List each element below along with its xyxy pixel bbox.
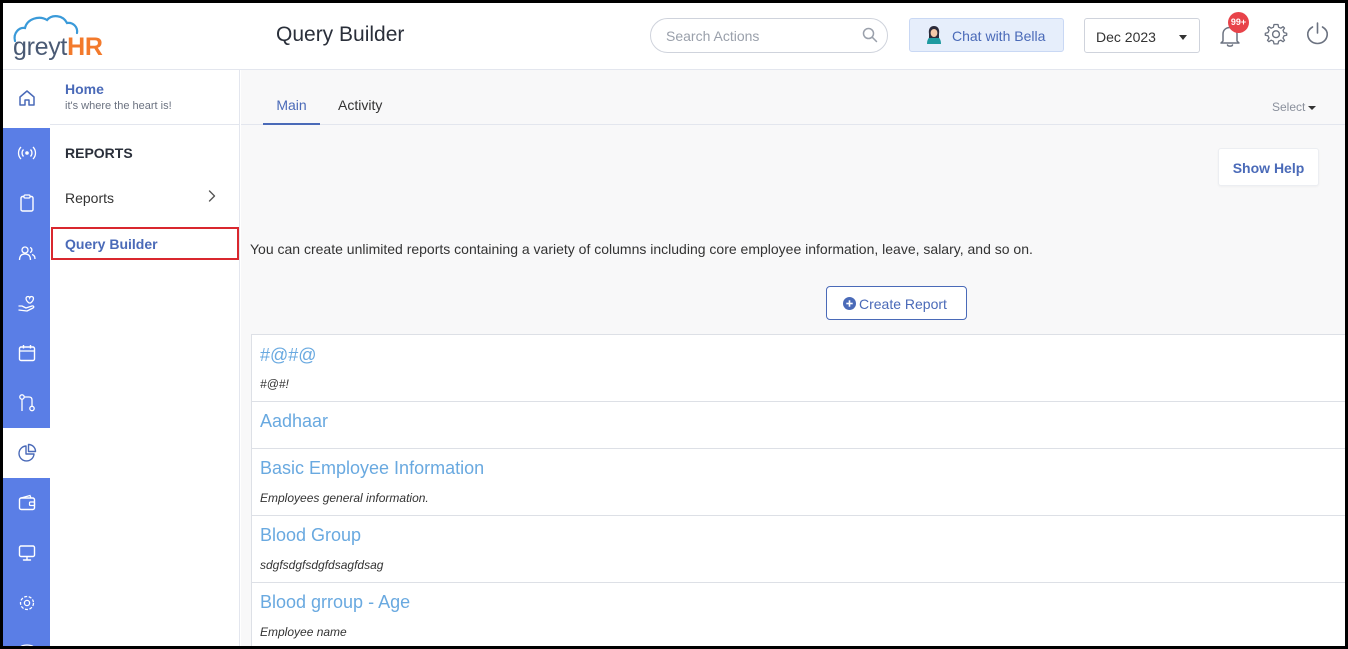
logo-text-hr: HR xyxy=(67,33,103,61)
tab-main[interactable]: Main xyxy=(263,97,320,125)
rail-reports[interactable] xyxy=(3,428,50,478)
rail-database[interactable] xyxy=(3,628,50,646)
sidebar-home-link[interactable]: Home it's where the heart is! xyxy=(50,70,240,125)
app-window: greytHR Query Builder Chat with Bella De… xyxy=(3,3,1345,646)
report-title[interactable]: Aadhaar xyxy=(260,411,328,432)
create-report-button[interactable]: Create Report xyxy=(826,286,967,320)
list-item[interactable]: Blood Group sdgfsdgfsdgfdsagfdsag xyxy=(252,516,1345,583)
intro-text: You can create unlimited reports contain… xyxy=(250,241,1033,257)
hand-care-icon xyxy=(17,295,34,312)
greythr-logo[interactable]: greytHR xyxy=(11,11,123,61)
main-content: Main Activity Select Show Help You can c… xyxy=(241,70,1345,646)
report-description: sdgfsdgfsdgfdsagfdsag xyxy=(260,558,384,572)
rail-settings[interactable] xyxy=(3,578,50,628)
caret-down-icon xyxy=(1179,35,1187,40)
month-select-value: Dec 2023 xyxy=(1096,29,1156,45)
home-icon xyxy=(18,90,35,106)
rail-people[interactable] xyxy=(3,228,50,278)
sidebar-item-reports[interactable]: Reports xyxy=(50,180,240,216)
people-icon xyxy=(18,246,36,261)
list-item[interactable]: Aadhaar xyxy=(252,402,1345,449)
report-list: #@#@ #@#! Aadhaar Basic Employee Informa… xyxy=(251,334,1345,646)
rail-tasks[interactable] xyxy=(3,178,50,228)
secondary-sidebar: Home it's where the heart is! REPORTS Re… xyxy=(50,70,240,646)
broadcast-icon xyxy=(17,146,36,160)
report-description: Employees general information. xyxy=(260,491,429,505)
report-description: #@#! xyxy=(260,377,289,391)
report-description: Employee name xyxy=(260,625,347,639)
rail-leave[interactable] xyxy=(3,328,50,378)
plus-circle-icon xyxy=(843,297,856,310)
calendar-icon xyxy=(18,345,35,362)
icon-rail xyxy=(3,70,50,646)
pie-chart-icon xyxy=(17,443,36,462)
rail-payroll[interactable] xyxy=(3,478,50,528)
page-title: Query Builder xyxy=(276,23,405,46)
list-item[interactable]: Basic Employee Information Employees gen… xyxy=(252,449,1345,516)
report-title[interactable]: Basic Employee Information xyxy=(260,458,484,479)
workflow-icon xyxy=(18,394,35,412)
tab-bar: Main Activity Select xyxy=(241,70,1345,125)
search-icon[interactable] xyxy=(862,27,878,43)
sidebar-item-reports-label: Reports xyxy=(65,190,115,206)
rail-engage[interactable] xyxy=(3,128,50,178)
tab-activity[interactable]: Activity xyxy=(338,97,382,113)
select-dropdown-label: Select xyxy=(1272,100,1306,114)
home-title: Home xyxy=(65,81,104,97)
logo-text-greyt: greyt xyxy=(13,33,68,61)
rail-benefits[interactable] xyxy=(3,278,50,328)
bella-label: Chat with Bella xyxy=(952,28,1046,44)
database-icon xyxy=(20,644,33,646)
sidebar-item-query-builder-label: Query Builder xyxy=(65,236,158,252)
chevron-right-icon xyxy=(208,190,216,202)
select-dropdown[interactable]: Select xyxy=(1272,100,1317,114)
rail-home[interactable] xyxy=(3,72,50,124)
clipboard-icon xyxy=(19,194,34,212)
home-subtitle: it's where the heart is! xyxy=(65,100,172,112)
show-help-button[interactable]: Show Help xyxy=(1218,148,1319,186)
gear-icon[interactable] xyxy=(1264,22,1288,46)
month-select[interactable]: Dec 2023 xyxy=(1084,18,1200,53)
monitor-icon xyxy=(18,545,35,561)
logo-wordmark: greytHR xyxy=(13,33,103,62)
search-actions-input[interactable] xyxy=(650,18,888,53)
list-item[interactable]: Blood grroup - Age Employee name xyxy=(252,583,1345,646)
power-icon[interactable] xyxy=(1305,21,1330,46)
report-title[interactable]: Blood grroup - Age xyxy=(260,592,410,613)
rail-workflow[interactable] xyxy=(3,378,50,428)
top-header: greytHR Query Builder Chat with Bella De… xyxy=(3,3,1345,70)
section-heading-reports: REPORTS xyxy=(65,145,133,161)
wallet-icon xyxy=(18,494,35,511)
list-item[interactable]: #@#@ #@#! xyxy=(252,335,1345,402)
report-title[interactable]: Blood Group xyxy=(260,525,361,546)
sidebar-item-query-builder[interactable]: Query Builder xyxy=(51,227,239,260)
bella-avatar-icon xyxy=(927,26,941,44)
report-title[interactable]: #@#@ xyxy=(260,345,317,366)
caret-down-icon xyxy=(1308,105,1317,110)
rail-assets[interactable] xyxy=(3,528,50,578)
create-report-label: Create Report xyxy=(859,296,947,312)
notification-badge: 99+ xyxy=(1228,12,1249,33)
settings-cog-icon xyxy=(19,595,34,611)
chat-with-bella-button[interactable]: Chat with Bella xyxy=(909,18,1064,52)
